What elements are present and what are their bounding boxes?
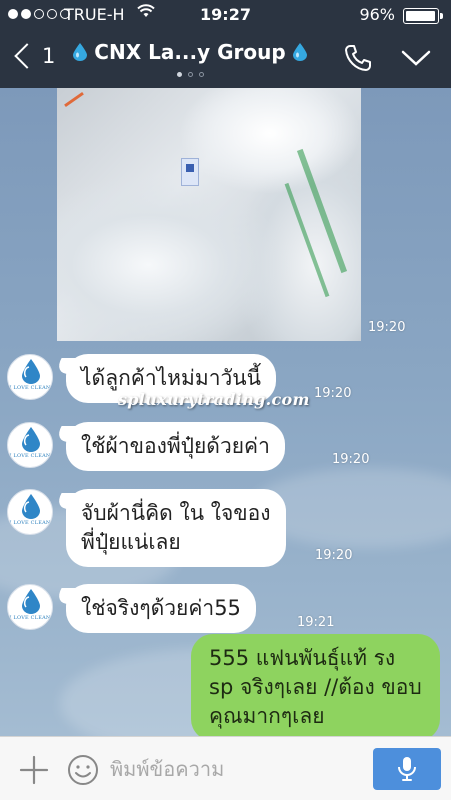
emoji-button[interactable] [66,753,100,787]
message-time: 19:21 [297,615,335,630]
message-time: 19:20 [368,320,406,335]
message-bubble[interactable]: ใช้ผ้าของพี่ปุ๋ยด้วยค่า [66,422,285,471]
phone-icon [345,45,371,71]
page-dot [176,72,182,77]
menu-expand-button[interactable] [398,44,434,72]
microphone-icon [398,757,416,781]
message-time: 19:20 [314,386,352,401]
avatar-brand-text: I LOVE CLEAN [9,385,51,391]
message-bubble[interactable]: ใช่จริงๆด้วยค่า55 [66,584,256,633]
avatar-brand-text: I LOVE CLEAN [9,520,51,526]
message-time: 19:20 [332,452,370,467]
image-message[interactable] [57,88,361,341]
voice-message-button[interactable] [373,748,441,790]
attach-button[interactable] [18,754,50,786]
emoji-icon [68,755,98,785]
message-input-bar [0,736,451,800]
chat-header: TRUE-H 19:27 96% 1 CNX La...y Group [0,0,451,88]
chat-title-text: CNX La...y Group [94,40,286,64]
status-bar: TRUE-H 19:27 96% [0,0,451,30]
battery-percent: 96% [359,5,395,24]
chat-messages[interactable]: 19:20 I LOVE CLEAN ได้ลูกค้าไหม่มาวันนี้… [0,88,451,736]
avatar-brand-text: I LOVE CLEAN [9,453,51,459]
chat-title: CNX La...y Group [70,40,310,64]
outgoing-message-bubble[interactable]: 555 แฟนพันธุ์แท้ รง sp จริงๆเลย //ต้อง ข… [191,634,440,736]
avatar[interactable]: I LOVE CLEAN [7,354,53,400]
avatar[interactable]: I LOVE CLEAN [7,489,53,535]
watermark: spluxurytrading.com [118,390,310,409]
avatar[interactable]: I LOVE CLEAN [7,422,53,468]
water-drop-icon [292,43,307,61]
chat-title-area[interactable]: CNX La...y Group [70,40,310,77]
back-button[interactable]: 1 [10,38,60,74]
message-bubble[interactable]: จับผ้านี่คิด ใน ใจของ พี่ปุ๋ยแน่เลย [66,489,286,567]
page-indicator [70,72,310,77]
unread-count: 1 [42,44,56,68]
avatar-brand-text: I LOVE CLEAN [9,615,51,621]
call-button[interactable] [342,42,374,74]
message-time: 19:20 [315,548,353,563]
chevron-down-icon [401,50,431,66]
battery-icon [403,8,443,24]
page-dot [187,72,193,77]
water-drop-icon [73,43,88,61]
avatar[interactable]: I LOVE CLEAN [7,584,53,630]
plus-icon [19,755,49,785]
page-dot [198,72,204,77]
back-chevron-icon [14,43,40,69]
message-input[interactable] [110,749,360,789]
